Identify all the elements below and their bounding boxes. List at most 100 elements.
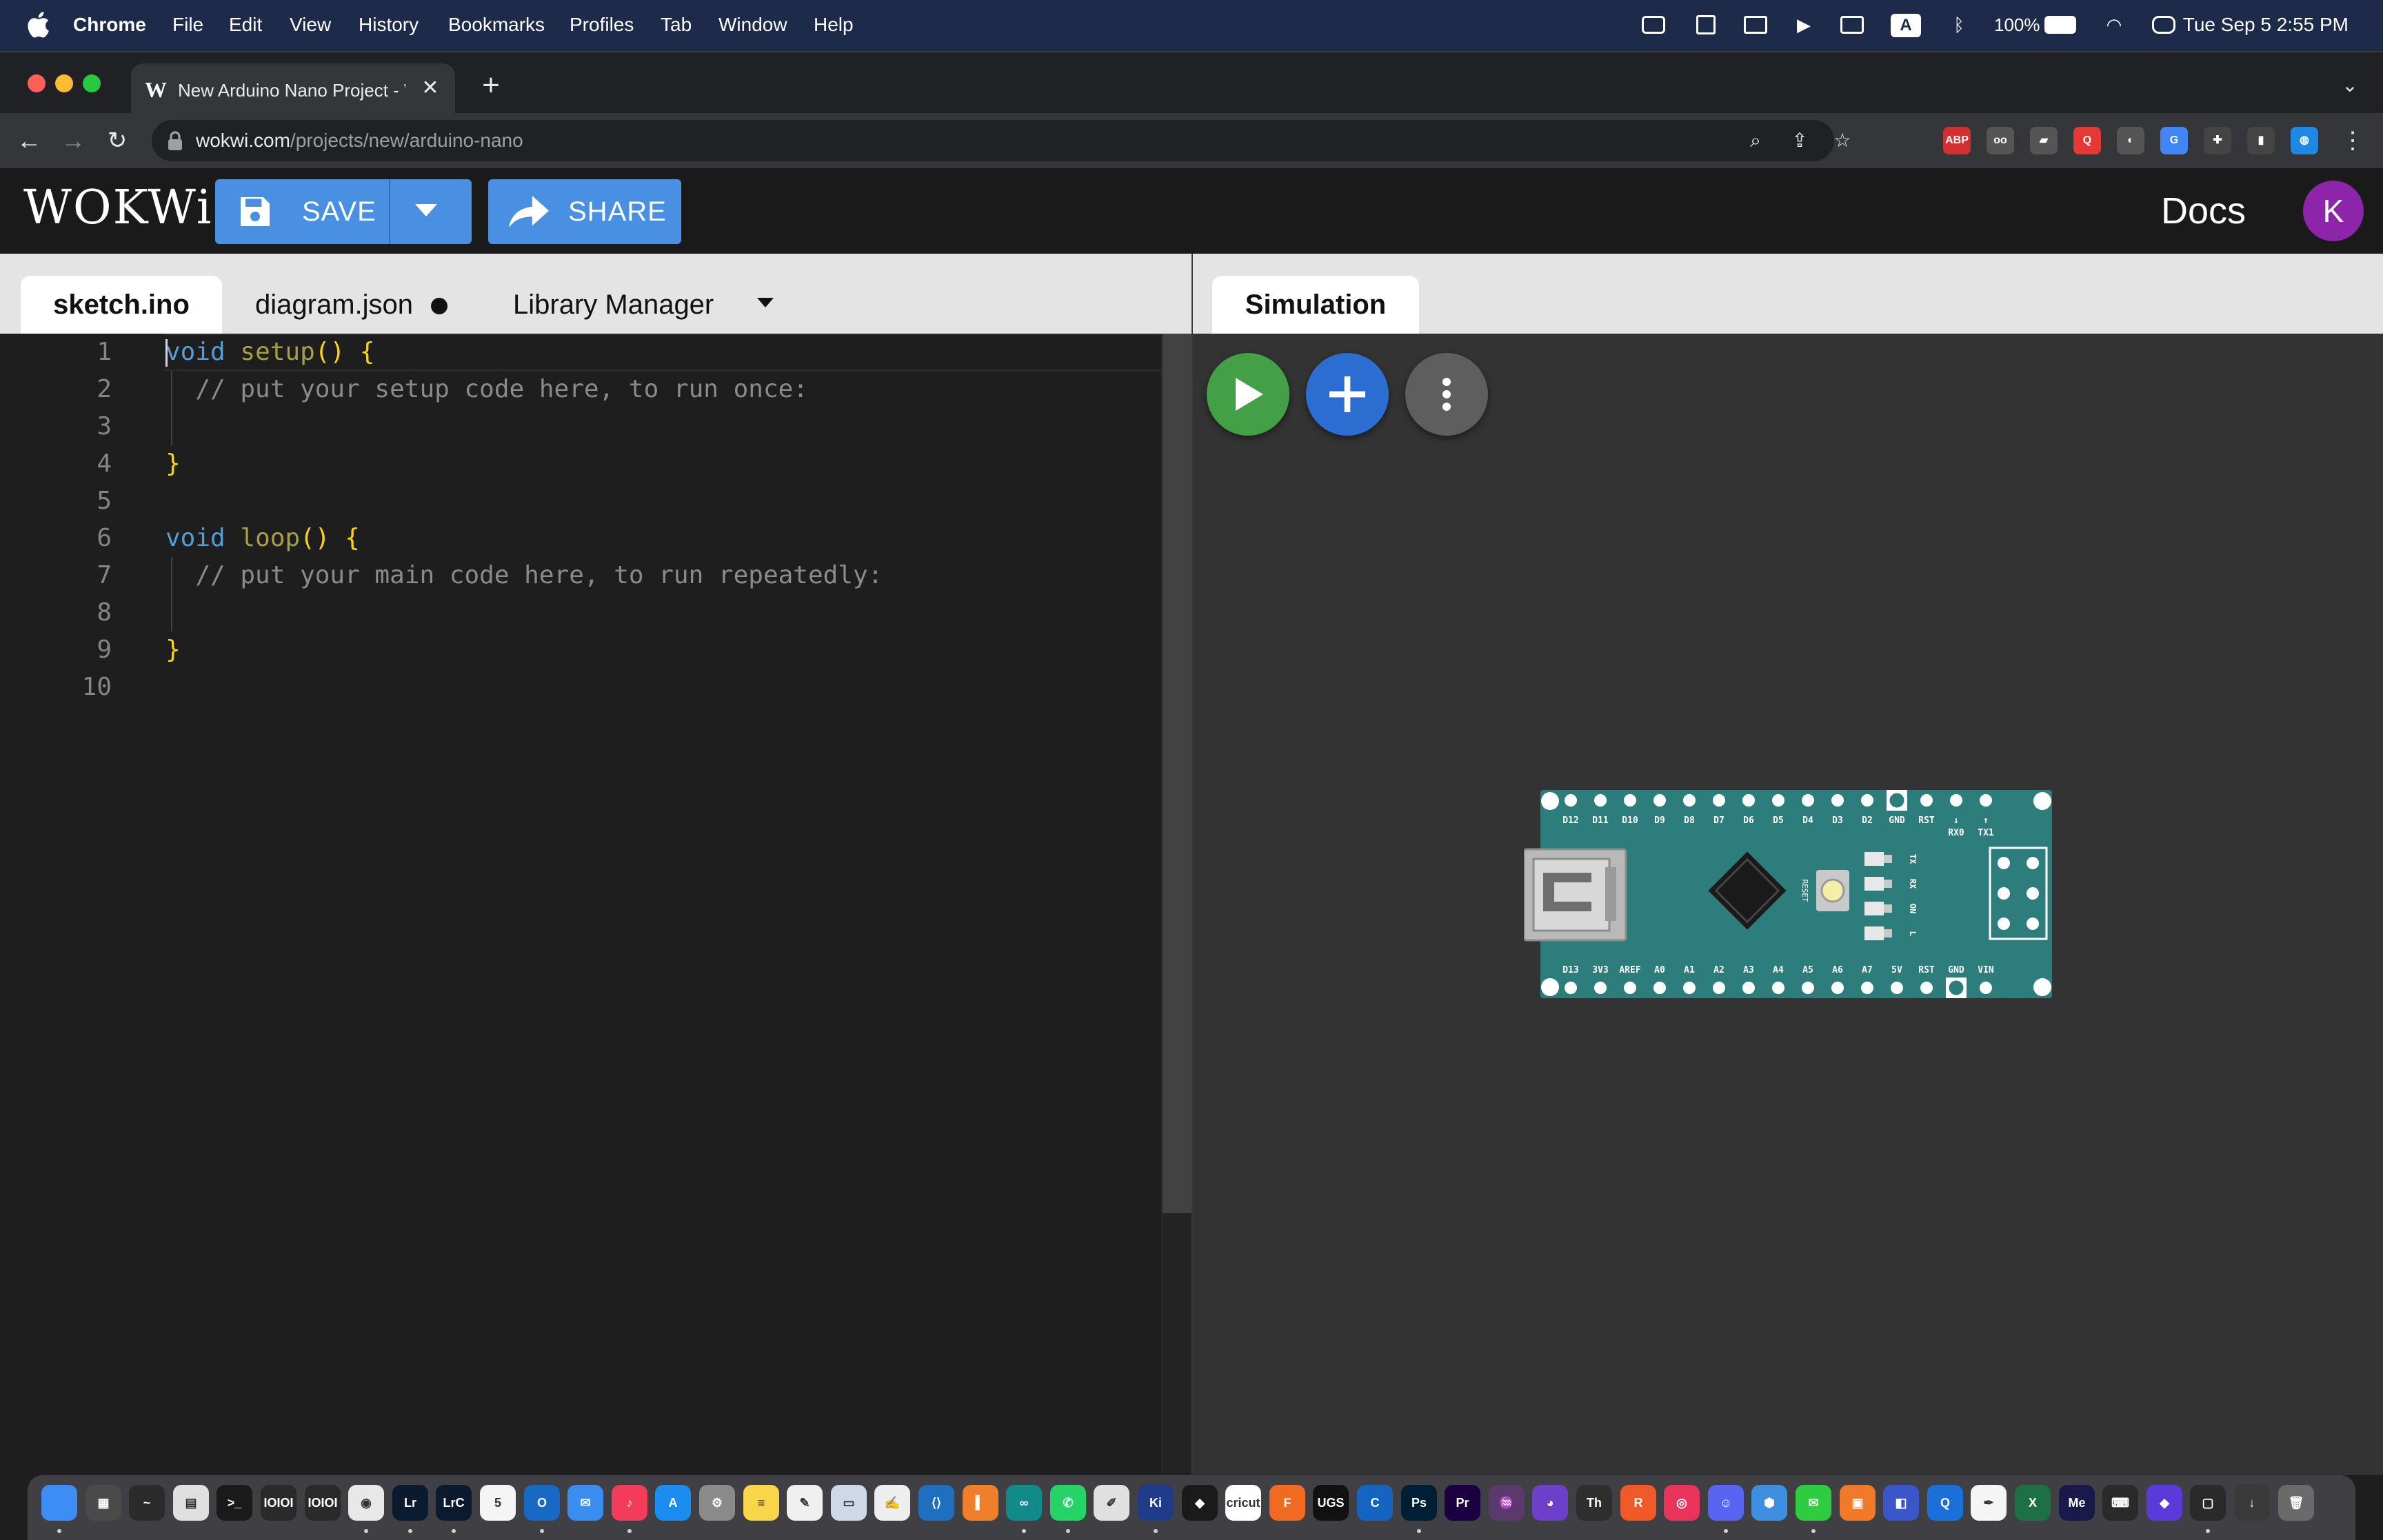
header-pin[interactable] bbox=[1861, 794, 1873, 807]
dock-console-2-icon[interactable]: IOIOI bbox=[305, 1485, 341, 1521]
header-pin[interactable] bbox=[1802, 982, 1814, 994]
dock-lightroom-icon[interactable]: Lr bbox=[392, 1485, 428, 1521]
user-avatar[interactable]: K bbox=[2303, 181, 2364, 241]
memory-icon[interactable] bbox=[1640, 10, 1667, 40]
header-pin[interactable] bbox=[1802, 794, 1814, 807]
windows-icon[interactable] bbox=[1838, 10, 1866, 40]
extension-icon[interactable]: ◐ bbox=[2117, 127, 2144, 154]
extension-icon[interactable]: ✚ bbox=[2204, 127, 2231, 154]
dock-screenshot-icon[interactable]: ▢ bbox=[2190, 1485, 2226, 1521]
menu-bookmarks[interactable]: Bookmarks bbox=[448, 12, 545, 37]
dock-quicktime-icon[interactable]: Q bbox=[1927, 1485, 1963, 1521]
menu-edit[interactable]: Edit bbox=[229, 12, 262, 37]
back-button[interactable]: ← bbox=[14, 125, 44, 156]
header-pin[interactable] bbox=[1889, 793, 1904, 808]
menu-view[interactable]: View bbox=[290, 12, 331, 37]
header-pin[interactable] bbox=[1980, 982, 1992, 994]
dock-downloads-icon[interactable]: ↓ bbox=[2234, 1485, 2270, 1521]
code-editor[interactable]: 1 2 3 4 5 6 7 8 9 10 void setup() { // p… bbox=[0, 334, 1192, 1475]
dock-media-encoder-icon[interactable]: Me bbox=[2059, 1485, 2095, 1521]
dock-kicad-icon[interactable]: Ki bbox=[1138, 1485, 1174, 1521]
menu-app-name[interactable]: Chrome bbox=[73, 12, 146, 37]
dock-sketchup-icon[interactable]: ⬢ bbox=[1751, 1485, 1787, 1521]
dock-cura-icon[interactable]: C bbox=[1357, 1485, 1393, 1521]
close-tab-icon[interactable]: ✕ bbox=[418, 76, 443, 101]
header-pin[interactable] bbox=[1594, 794, 1607, 807]
extension-icon[interactable]: ◍ bbox=[2291, 127, 2318, 154]
dock-screen-share-icon[interactable]: ◧ bbox=[1883, 1485, 1919, 1521]
reload-button[interactable]: ↻ bbox=[102, 125, 132, 156]
dock-music-icon[interactable]: ♪ bbox=[612, 1485, 647, 1521]
extension-icon[interactable]: oo bbox=[1987, 127, 2014, 154]
save-button[interactable]: SAVE bbox=[215, 179, 389, 244]
dock-notes-icon[interactable]: ≡ bbox=[743, 1485, 779, 1521]
share-page-icon[interactable]: ⇪ bbox=[1787, 128, 1812, 153]
header-pin[interactable] bbox=[1831, 794, 1844, 807]
wokwi-logo[interactable]: WOKWi bbox=[23, 181, 212, 236]
dock-premiere-icon[interactable]: Pr bbox=[1445, 1485, 1480, 1521]
bookmark-star-icon[interactable]: ☆ bbox=[1830, 128, 1855, 153]
header-pin[interactable] bbox=[1653, 794, 1666, 807]
dock-console-1-icon[interactable]: IOIOI bbox=[261, 1485, 296, 1521]
dock-fusion-icon[interactable]: F bbox=[1269, 1485, 1305, 1521]
dock-ugs-icon[interactable]: UGS bbox=[1313, 1485, 1349, 1521]
header-pin[interactable] bbox=[1891, 982, 1903, 994]
dock-mail-icon[interactable]: ✉ bbox=[567, 1485, 603, 1521]
arduino-nano-board[interactable]: D12 D11 D10 D9 D8 D7 D6 D5 D4 D3 D2 GND RST ↓ ↑RX0 TX1 … bbox=[1524, 790, 2055, 998]
dock-script-editor-icon[interactable]: ✍ bbox=[874, 1485, 910, 1521]
lock-icon[interactable] bbox=[167, 131, 183, 150]
dock-shortcuts-icon[interactable]: ◆ bbox=[2146, 1485, 2182, 1521]
dock-lightroom-classic-icon[interactable]: LrC bbox=[436, 1485, 472, 1521]
header-pin[interactable] bbox=[1772, 794, 1784, 807]
header-pin[interactable] bbox=[1772, 982, 1784, 994]
dock-calendar-icon[interactable]: 5 bbox=[480, 1485, 516, 1521]
dock-terminal-icon[interactable]: >_ bbox=[217, 1485, 252, 1521]
chrome-menu-icon[interactable]: ⋮ bbox=[2337, 125, 2368, 156]
dock-vscode-icon[interactable]: ⟨⟩ bbox=[918, 1485, 954, 1521]
bluetooth-icon[interactable]: ᛒ bbox=[1947, 10, 1971, 40]
forward-button[interactable]: → bbox=[58, 125, 88, 156]
dock-printer-icon[interactable]: ▤ bbox=[173, 1485, 209, 1521]
tab-menu-dropdown-icon[interactable] bbox=[757, 298, 774, 307]
dock-github-icon[interactable]: ◕ bbox=[1532, 1485, 1568, 1521]
dock-textedit-icon[interactable]: ✒ bbox=[1971, 1485, 2007, 1521]
layout-icon[interactable] bbox=[1692, 10, 1720, 40]
extension-icon[interactable]: ▰ bbox=[2030, 127, 2058, 154]
header-pin[interactable] bbox=[1624, 794, 1636, 807]
browser-tab[interactable]: W New Arduino Nano Project - Wokwi ✕ bbox=[131, 63, 455, 116]
zoom-window-button[interactable] bbox=[83, 74, 101, 92]
extension-icon[interactable]: G bbox=[2160, 127, 2188, 154]
zoom-icon[interactable]: ⌕ bbox=[1743, 128, 1768, 153]
menu-help[interactable]: Help bbox=[814, 12, 854, 37]
reset-button[interactable] bbox=[1816, 870, 1849, 911]
header-pin[interactable] bbox=[1653, 982, 1666, 994]
tab-sketch-ino[interactable]: sketch.ino bbox=[21, 276, 222, 334]
dock-preview-icon[interactable]: ▭ bbox=[831, 1485, 867, 1521]
dock-audio-app-icon[interactable]: ♒ bbox=[1489, 1485, 1525, 1521]
tab-library-manager[interactable]: Library Manager bbox=[513, 276, 714, 334]
share-button[interactable]: SHARE bbox=[488, 179, 681, 244]
header-pin[interactable] bbox=[1980, 794, 1992, 807]
add-part-button[interactable] bbox=[1306, 353, 1389, 436]
more-options-button[interactable] bbox=[1405, 353, 1488, 436]
wifi-icon[interactable]: ◠ bbox=[2099, 10, 2129, 40]
tab-search-icon[interactable]: ⌄ bbox=[2337, 73, 2362, 98]
editor-scrollbar-thumb[interactable] bbox=[1163, 334, 1192, 1213]
tab-simulation[interactable]: Simulation bbox=[1212, 276, 1419, 334]
menu-tab[interactable]: Tab bbox=[661, 12, 692, 37]
dock-whatsapp-icon[interactable]: ✆ bbox=[1050, 1485, 1086, 1521]
dock-messages-icon[interactable]: ✉ bbox=[1796, 1485, 1831, 1521]
control-center-icon[interactable] bbox=[2150, 10, 2178, 40]
header-pin[interactable] bbox=[1594, 982, 1607, 994]
new-tab-button[interactable]: + bbox=[476, 70, 506, 101]
header-pin[interactable] bbox=[1565, 982, 1577, 994]
dock-discord-icon[interactable]: ☺ bbox=[1708, 1485, 1744, 1521]
header-pin[interactable] bbox=[1920, 982, 1933, 994]
header-pin[interactable] bbox=[1713, 982, 1725, 994]
simulation-canvas[interactable]: D12 D11 D10 D9 D8 D7 D6 D5 D4 D3 D2 GND RST ↓ ↑ RX0 TX1 … bbox=[1193, 334, 2383, 1475]
dock-photoshop-icon[interactable]: Ps bbox=[1401, 1485, 1437, 1521]
dock-trash-icon[interactable]: 🗑 bbox=[2278, 1485, 2314, 1521]
dock-creative-cloud-icon[interactable]: ◎ bbox=[1664, 1485, 1700, 1521]
menu-history[interactable]: History bbox=[359, 12, 419, 37]
apple-icon[interactable] bbox=[25, 10, 55, 40]
